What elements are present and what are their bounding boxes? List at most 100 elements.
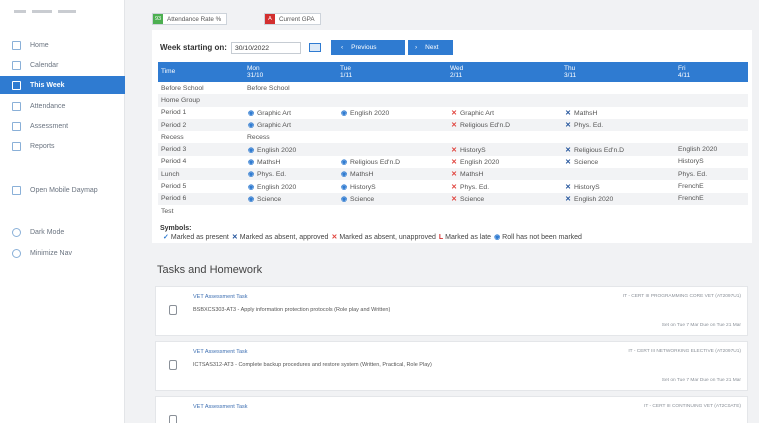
calendar-picker-icon[interactable] — [308, 43, 321, 52]
timetable-cell[interactable]: Recess — [244, 131, 337, 143]
symbols-list: ✓ Marked as present ✕ Marked as absent, app… — [160, 233, 582, 241]
week-icon — [12, 80, 21, 90]
assessment-icon — [12, 121, 21, 131]
timetable-cell[interactable]: ✕ Science — [447, 192, 561, 205]
timetable-cell — [675, 118, 748, 132]
sidebar-item-label: Open Mobile Daymap — [30, 186, 98, 194]
timetable-cell[interactable]: ✕ Phys. Ed. — [561, 118, 675, 132]
header-date: 31/10 — [247, 72, 264, 79]
timetable-cell[interactable]: ◉ HistoryS — [337, 180, 447, 192]
absent-approved-icon: ✕ — [565, 195, 571, 203]
task-title[interactable]: VET Assessment Task — [193, 349, 248, 355]
timetable-cell — [675, 131, 748, 143]
sidebar-item-dark-mode[interactable]: Dark Mode — [0, 223, 125, 241]
roll-not-marked-icon: ◉ — [247, 195, 255, 203]
timetable-cell[interactable]: ✕ English 2020 — [447, 156, 561, 168]
class-name: English 2020 — [257, 183, 297, 191]
timetable-cell[interactable]: Phys. Ed. — [675, 168, 748, 181]
timetable-cell[interactable]: ◉ Graphic Art — [244, 107, 337, 119]
timetable-cell[interactable]: ◉ MathsH — [244, 156, 337, 168]
timetable-cell[interactable]: HistoryS — [675, 156, 748, 168]
attendance-icon — [12, 101, 21, 111]
timetable-cell[interactable]: ◉ English 2020 — [244, 180, 337, 192]
timetable-cell[interactable]: FrenchE — [675, 192, 748, 205]
header-date: 1/11 — [340, 72, 353, 79]
sidebar-item-reports[interactable]: Reports — [0, 137, 125, 155]
timetable-cell[interactable]: FrenchE — [675, 180, 748, 192]
timetable-cell[interactable]: ◉ MathsH — [337, 168, 447, 181]
sidebar-item-calendar[interactable]: Calendar — [0, 56, 125, 74]
class-name: Science — [257, 195, 282, 203]
timetable-cell — [337, 82, 447, 94]
period-label: Recess — [161, 133, 184, 141]
symbols-legend: Symbols: ✓ Marked as present ✕ Marked as ab… — [160, 225, 582, 241]
timetable-cell[interactable]: ◉ English 2020 — [337, 107, 447, 119]
task-title[interactable]: VET Assessment Task — [193, 404, 248, 410]
timetable-cell[interactable]: ◉ Science — [244, 192, 337, 205]
timetable-cell — [675, 107, 748, 119]
sidebar-item-label: Calendar — [30, 61, 59, 69]
timetable-cell[interactable]: Before School — [244, 82, 337, 94]
header-time: Time — [158, 62, 244, 82]
timetable-cell[interactable]: ◉ Phys. Ed. — [244, 168, 337, 181]
roll-not-marked-icon: ◉ — [247, 109, 255, 117]
week-label: Week starting on: — [160, 43, 227, 52]
task-card[interactable]: VET Assessment Task IT - CERT III NETWORK… — [155, 341, 748, 391]
next-label: Next — [425, 44, 439, 51]
timetable-cell — [561, 82, 675, 94]
next-week-button[interactable]: › Next — [407, 40, 453, 55]
class-name: English 2020 — [257, 146, 297, 154]
timetable-cell[interactable]: ✕ Phys. Ed. — [447, 180, 561, 192]
roll-not-marked-icon: ◉ — [340, 183, 348, 191]
class-name: Science — [574, 158, 599, 166]
sidebar-item-home[interactable]: Home — [0, 36, 125, 54]
legend-label: Marked as absent, approved — [239, 234, 329, 241]
timetable-cell[interactable]: ✕ Religious Ed'n.D — [447, 118, 561, 132]
timetable-cell[interactable]: ✕ MathsH — [447, 168, 561, 181]
previous-week-button[interactable]: ‹ Previous — [330, 40, 405, 55]
absent-approved-icon: ✕ — [565, 183, 571, 191]
timetable-cell[interactable]: ✕ English 2020 — [561, 192, 675, 205]
class-name: Phys. Ed. — [460, 183, 490, 191]
class-name: Graphic Art — [257, 122, 291, 130]
task-card[interactable]: VET Assessment Task IT - CERT III CONTINU… — [155, 396, 748, 423]
class-name: Religious Ed'n.D — [350, 158, 401, 166]
attendance-rate-label: Attendance Rate % — [167, 15, 222, 23]
sidebar-item-attendance[interactable]: Attendance — [0, 97, 125, 115]
sidebar-item-this-week[interactable]: This Week — [0, 76, 125, 94]
timetable-cell[interactable]: ✕ Science — [561, 156, 675, 168]
current-gpa-chip[interactable]: A Current GPA — [264, 13, 321, 25]
sidebar-item-assessment[interactable]: Assessment — [0, 117, 125, 135]
header-day: Wed — [450, 64, 464, 72]
sidebar-item-open-mobile-daymap[interactable]: Open Mobile Daymap — [0, 181, 125, 199]
roll-not-marked-icon: ◉ — [247, 122, 255, 130]
timetable-cell[interactable]: ✕ Religious Ed'n.D — [561, 143, 675, 156]
task-title[interactable]: VET Assessment Task — [193, 294, 248, 300]
class-name: Phys. Ed. — [257, 171, 287, 179]
class-name: Phys. Ed. — [678, 170, 708, 178]
roll-not-marked-icon: ◉ — [340, 171, 348, 179]
timetable-cell[interactable]: ◉ Science — [337, 192, 447, 205]
sidebar-item-minimize-nav[interactable]: Minimize Nav — [0, 244, 125, 262]
attendance-rate-chip[interactable]: 93 Attendance Rate % — [152, 13, 228, 25]
header-day: Time — [161, 68, 176, 76]
period-label: Lunch — [158, 168, 244, 181]
timetable-cell[interactable]: ✕ HistoryS — [561, 180, 675, 192]
timetable-cell[interactable]: English 2020 — [675, 143, 748, 156]
task-card[interactable]: VET Assessment Task IT - CERT III PROGRAM… — [155, 286, 748, 336]
timetable-row: Test — [158, 205, 748, 217]
timetable-cell[interactable]: ◉ Religious Ed'n.D — [337, 156, 447, 168]
week-date-input[interactable]: 30/10/2022 — [230, 41, 301, 54]
timetable-cell[interactable]: ◉ Graphic Art — [244, 118, 337, 132]
timetable-cell[interactable]: ✕ Graphic Art — [447, 107, 561, 119]
timetable-cell[interactable]: ✕ MathsH — [561, 107, 675, 119]
header-thu: Thu 3/11 — [561, 62, 675, 82]
timetable-row: Period 3 ◉ English 2020 ✕ HistoryS ✕ Religious… — [158, 143, 748, 156]
timetable-cell[interactable]: ✕ HistoryS — [447, 143, 561, 156]
timetable-row: Period 5 ◉ English 2020 ◉ HistoryS ✕ Phys. Ed.… — [158, 180, 748, 192]
task-icon — [169, 305, 177, 315]
class-name: Science — [460, 195, 485, 203]
tasks-heading: Tasks and Homework — [157, 264, 263, 276]
sidebar-item-label: This Week — [30, 81, 65, 89]
timetable-cell[interactable]: ◉ English 2020 — [244, 143, 337, 156]
